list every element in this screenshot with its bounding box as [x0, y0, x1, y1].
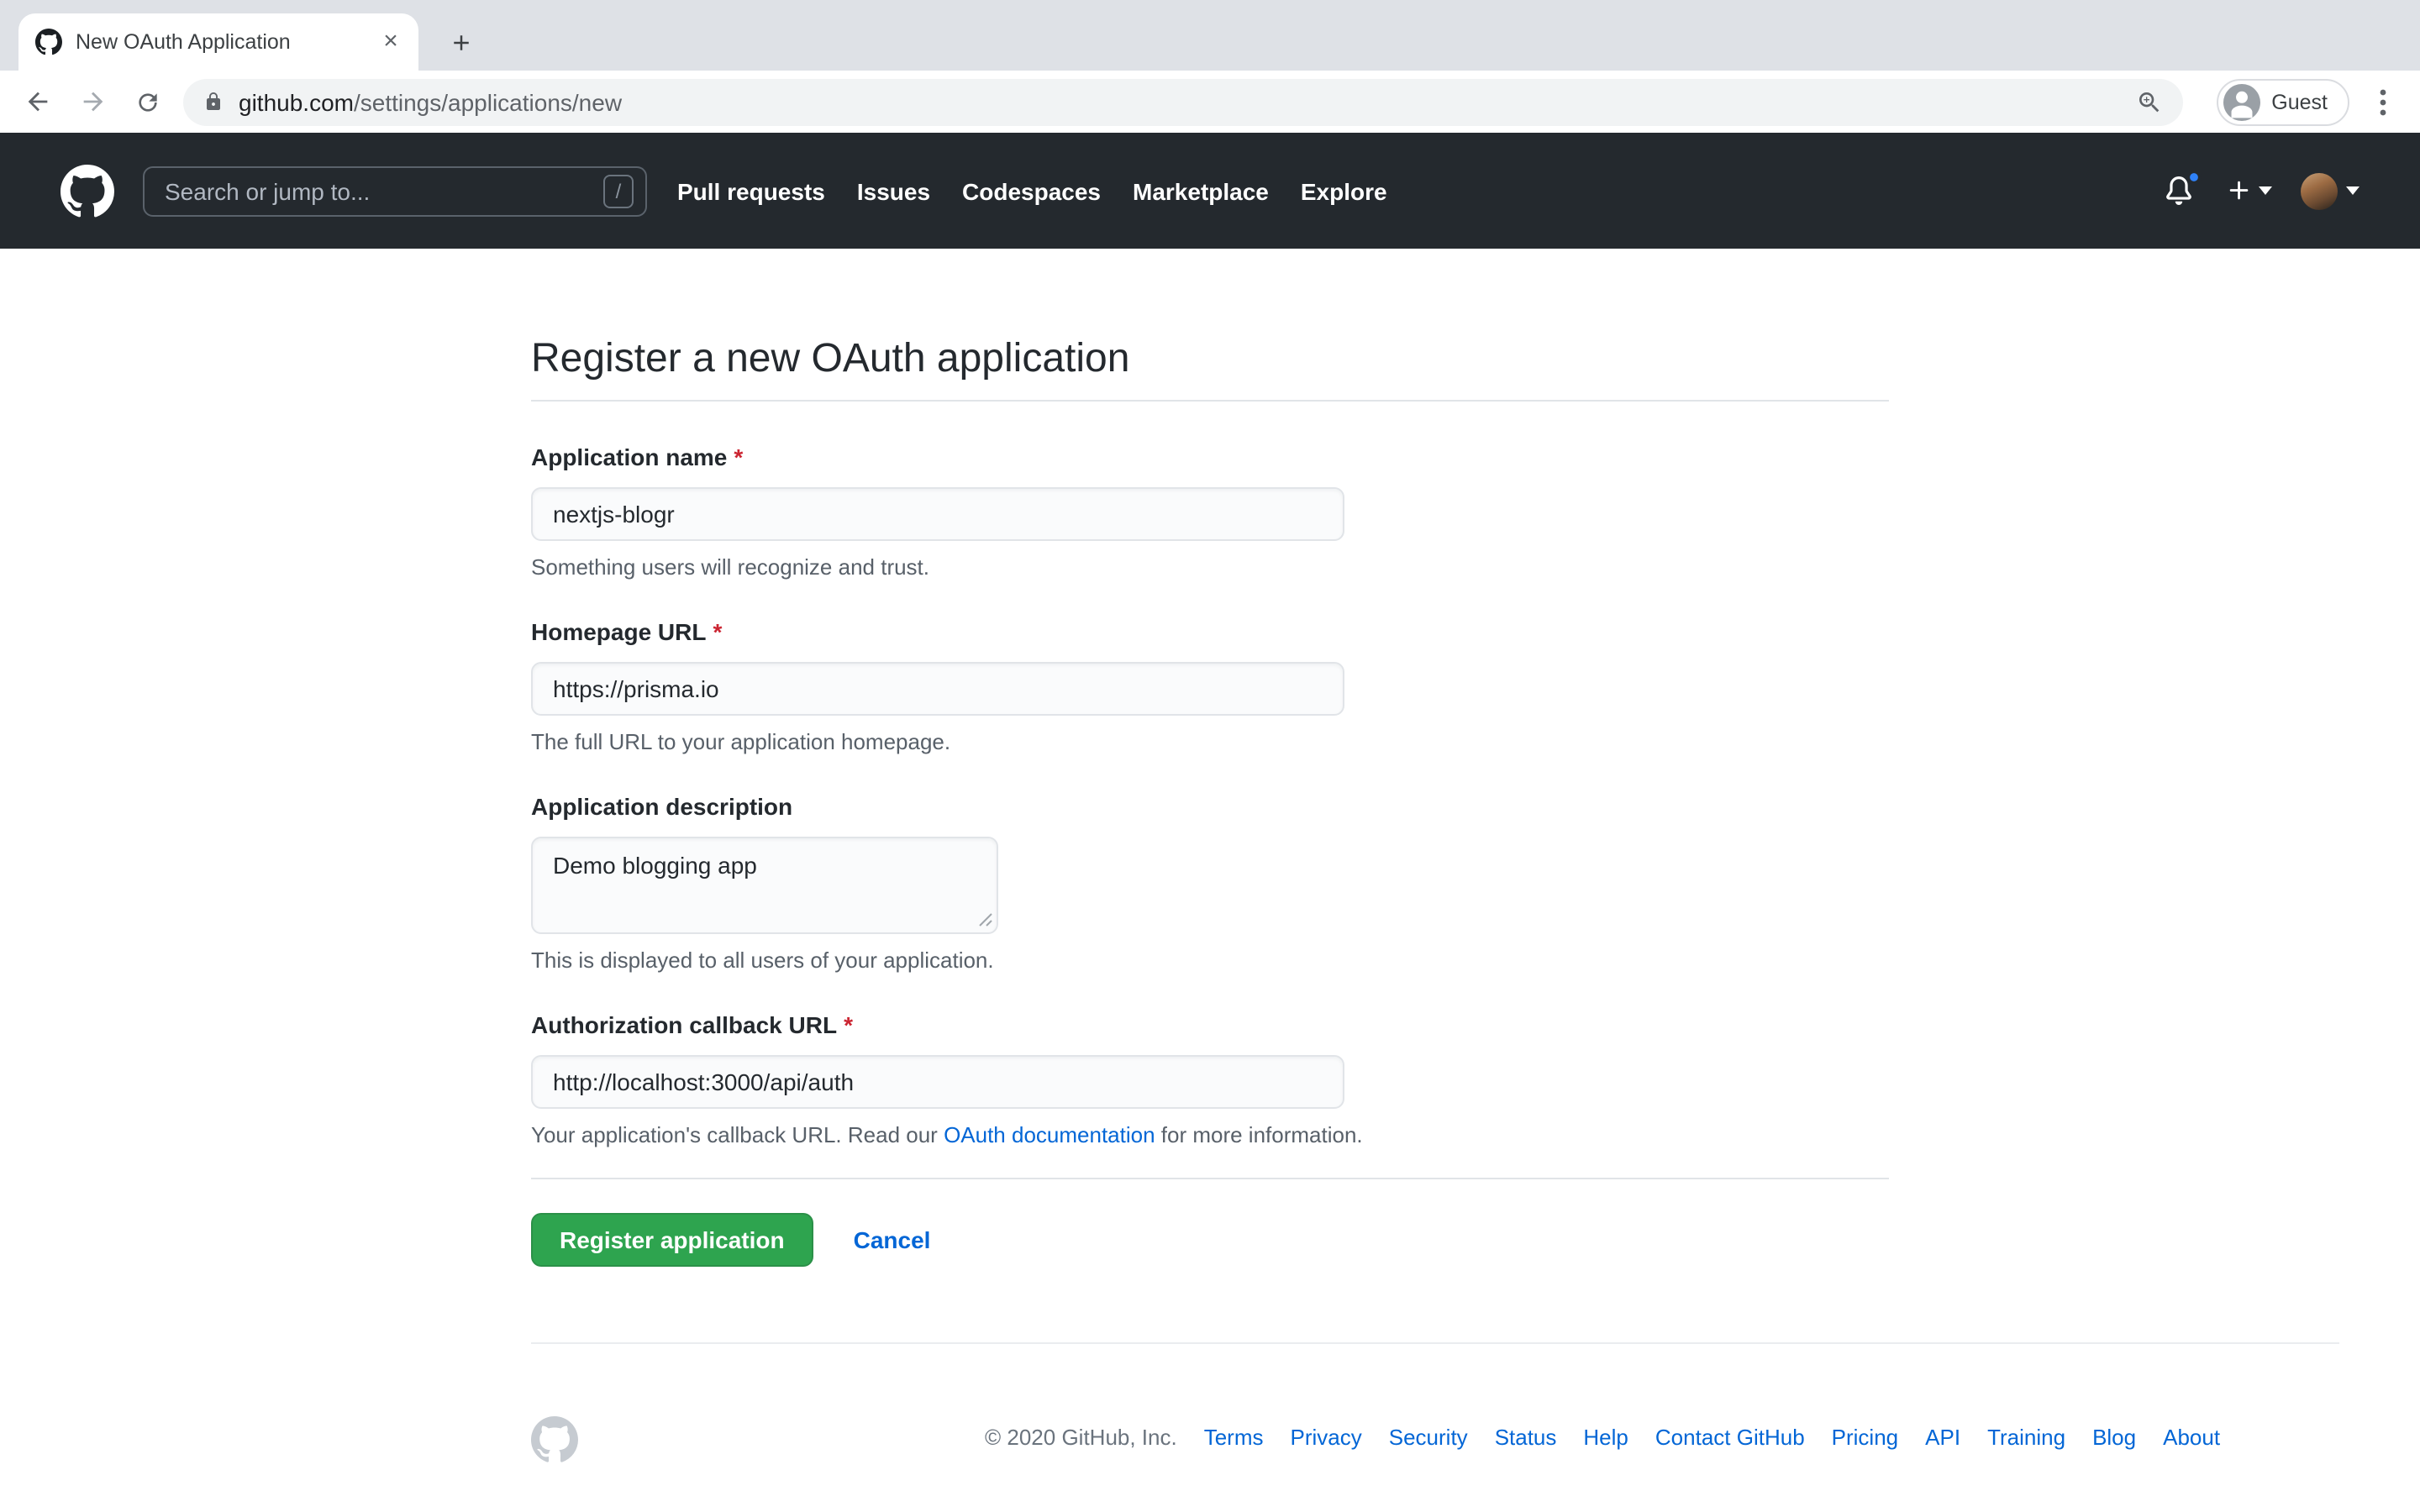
reload-icon — [134, 88, 161, 115]
browser-toolbar: github.com/settings/applications/new Gue… — [0, 71, 2420, 133]
callback-url-group: Authorization callback URL * Your applica… — [531, 1010, 1889, 1147]
browser-menu-button[interactable] — [2363, 81, 2403, 122]
application-name-group: Application name * Something users will r… — [531, 442, 1889, 580]
user-avatar — [2301, 172, 2338, 209]
form-actions: Register application Cancel — [531, 1178, 1889, 1267]
lock-icon[interactable] — [203, 91, 224, 113]
application-name-note: Something users will recognize and trust… — [531, 554, 1889, 580]
application-description-group: Application description Demo blogging ap… — [531, 791, 1889, 973]
note-prefix: Your application's callback URL. Read ou… — [531, 1122, 944, 1147]
label-text: Application name — [531, 444, 727, 470]
guest-avatar-icon — [2223, 83, 2260, 120]
profile-label: Guest — [2271, 90, 2328, 113]
back-arrow-icon — [23, 87, 51, 116]
oauth-documentation-link[interactable]: OAuth documentation — [944, 1122, 1155, 1147]
address-bar[interactable]: github.com/settings/applications/new — [183, 78, 2182, 125]
forward-arrow-icon — [78, 87, 107, 116]
back-button[interactable] — [17, 81, 57, 122]
github-favicon-icon — [35, 29, 62, 55]
homepage-url-label: Homepage URL * — [531, 617, 1889, 647]
footer-link-pricing[interactable]: Pricing — [1832, 1425, 1899, 1450]
browser-profile-button[interactable]: Guest — [2216, 78, 2349, 125]
github-nav: Pull requests Issues Codespaces Marketpl… — [677, 177, 1387, 204]
label-text: Authorization callback URL — [531, 1011, 837, 1038]
github-footer-logo-icon — [531, 1416, 578, 1463]
copyright-text: © 2020 GitHub, Inc. — [985, 1425, 1177, 1450]
main-content: Register a new OAuth application Applica… — [0, 249, 2420, 1512]
footer-link-blog[interactable]: Blog — [2092, 1425, 2136, 1450]
homepage-url-note: The full URL to your application homepag… — [531, 729, 1889, 754]
tab-title: New OAuth Application — [76, 30, 363, 54]
application-name-input[interactable] — [531, 487, 1344, 541]
nav-codespaces[interactable]: Codespaces — [962, 177, 1101, 204]
footer-link-api[interactable]: API — [1925, 1425, 1960, 1450]
plus-icon — [448, 29, 473, 55]
github-search-input[interactable]: Search or jump to... / — [143, 165, 647, 216]
footer-links-row: © 2020 GitHub, Inc. Terms Privacy Securi… — [985, 1425, 2220, 1450]
slash-shortcut-badge: / — [603, 174, 634, 207]
homepage-url-group: Homepage URL * The full URL to your appli… — [531, 617, 1889, 754]
new-tab-button[interactable] — [439, 20, 482, 64]
github-logo-icon[interactable] — [60, 164, 114, 218]
plus-icon — [2227, 178, 2252, 203]
nav-explore[interactable]: Explore — [1301, 177, 1387, 204]
label-text: Application description — [531, 793, 792, 820]
header-actions — [2165, 172, 2360, 209]
page-zoom-icon[interactable] — [2135, 88, 2162, 115]
search-placeholder: Search or jump to... — [165, 177, 603, 204]
note-suffix: for more information. — [1155, 1122, 1363, 1147]
nav-marketplace[interactable]: Marketplace — [1133, 177, 1269, 204]
browser-window: New OAuth Application × github.com/setti… — [0, 0, 2420, 1512]
page-title: Register a new OAuth application — [531, 334, 1889, 402]
application-description-label: Application description — [531, 791, 1889, 822]
callback-url-note: Your application's callback URL. Read ou… — [531, 1122, 1889, 1147]
create-new-button[interactable] — [2227, 178, 2272, 203]
kebab-icon — [2380, 88, 2386, 115]
url-text: github.com/settings/applications/new — [239, 88, 622, 115]
site-footer: © 2020 GitHub, Inc. Terms Privacy Securi… — [531, 1342, 2339, 1512]
user-menu-button[interactable] — [2301, 172, 2360, 209]
footer-link-about[interactable]: About — [2163, 1425, 2220, 1450]
forward-button[interactable] — [72, 81, 113, 122]
tab-strip: New OAuth Application × — [0, 0, 2420, 71]
required-asterisk: * — [713, 618, 722, 645]
footer-link-security[interactable]: Security — [1389, 1425, 1468, 1450]
required-asterisk: * — [844, 1011, 853, 1038]
application-description-textarea[interactable]: Demo blogging app — [531, 837, 998, 934]
register-application-button[interactable]: Register application — [531, 1213, 813, 1267]
footer-link-help[interactable]: Help — [1583, 1425, 1628, 1450]
footer-link-status[interactable]: Status — [1495, 1425, 1557, 1450]
reload-button[interactable] — [128, 81, 168, 122]
resize-grip-icon[interactable] — [978, 912, 993, 927]
nav-pull-requests[interactable]: Pull requests — [677, 177, 825, 204]
label-text: Homepage URL — [531, 618, 706, 645]
caret-down-icon — [2259, 186, 2272, 195]
browser-tab[interactable]: New OAuth Application × — [18, 13, 418, 71]
url-domain: github.com — [239, 88, 354, 115]
cancel-link[interactable]: Cancel — [854, 1226, 931, 1253]
url-path: /settings/applications/new — [354, 88, 622, 115]
footer-link-privacy[interactable]: Privacy — [1291, 1425, 1362, 1450]
application-description-note: This is displayed to all users of your a… — [531, 948, 1889, 973]
callback-url-input[interactable] — [531, 1055, 1344, 1109]
nav-issues[interactable]: Issues — [857, 177, 930, 204]
caret-down-icon — [2346, 186, 2360, 195]
homepage-url-input[interactable] — [531, 662, 1344, 716]
tab-close-icon[interactable]: × — [376, 28, 405, 56]
footer-link-contact-github[interactable]: Contact GitHub — [1655, 1425, 1805, 1450]
application-name-label: Application name * — [531, 442, 1889, 472]
notification-dot — [2186, 170, 2202, 185]
github-header: Search or jump to... / Pull requests Iss… — [0, 133, 2420, 249]
footer-link-terms[interactable]: Terms — [1204, 1425, 1264, 1450]
notifications-button[interactable] — [2165, 176, 2193, 205]
callback-url-label: Authorization callback URL * — [531, 1010, 1889, 1040]
footer-link-training[interactable]: Training — [1987, 1425, 2065, 1450]
required-asterisk: * — [734, 444, 743, 470]
